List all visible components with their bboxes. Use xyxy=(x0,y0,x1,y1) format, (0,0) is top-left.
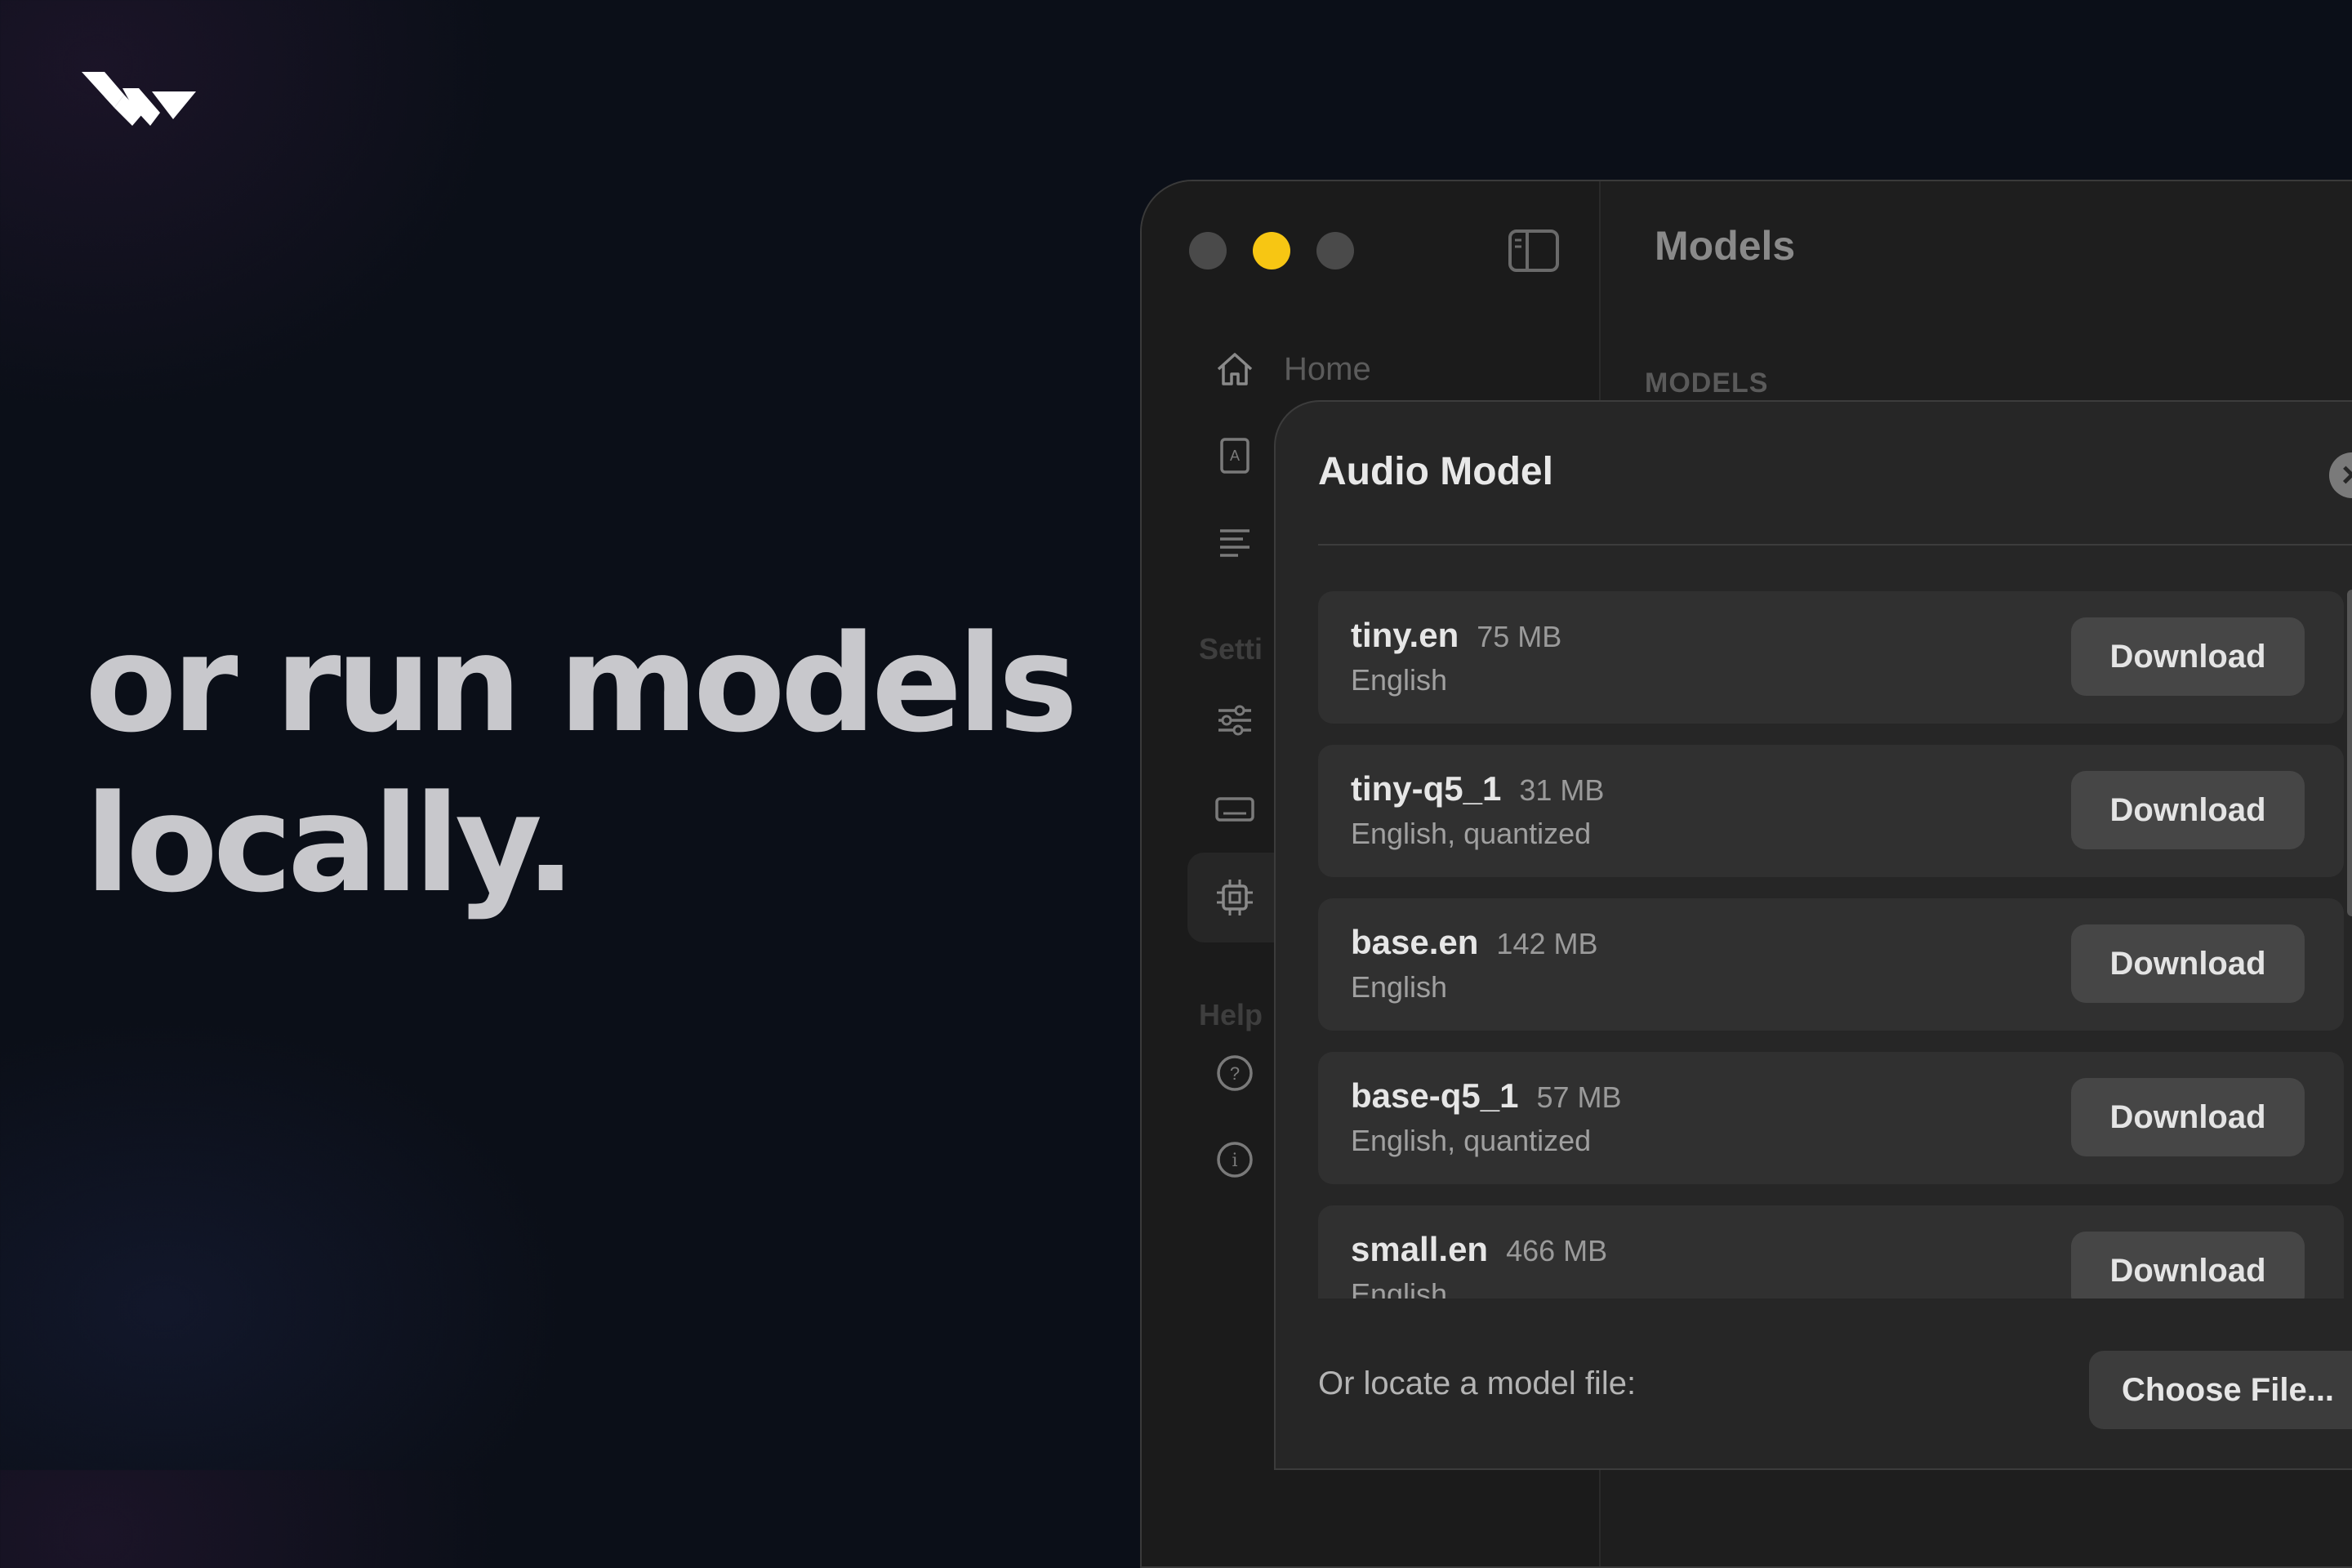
model-size: 75 MB xyxy=(1477,620,1562,653)
headline: or run models locally. xyxy=(85,604,1078,924)
locate-model-label: Or locate a model file: xyxy=(1318,1365,1637,1401)
scrollbar[interactable] xyxy=(2347,590,2352,916)
download-button[interactable]: Download xyxy=(2071,617,2305,696)
model-name: tiny.en 75 MB xyxy=(1351,616,1561,655)
model-size: 142 MB xyxy=(1496,927,1598,960)
sliders-icon xyxy=(1218,705,1251,736)
window-minimize-button[interactable] xyxy=(1253,232,1290,270)
svg-text:A: A xyxy=(1230,448,1240,464)
model-name-text: small.en xyxy=(1351,1230,1489,1268)
dialog-title: Audio Model xyxy=(1318,450,1553,493)
sidebar-item-home[interactable]: Home xyxy=(1214,345,1573,394)
text-lines-icon xyxy=(1220,529,1250,557)
model-name-text: base.en xyxy=(1351,923,1479,961)
brand-logo-icon xyxy=(82,72,196,126)
model-name: tiny-q5_1 31 MB xyxy=(1351,769,1604,808)
section-heading: MODELS xyxy=(1645,368,1769,399)
list-item: small.en 466 MB English Download xyxy=(1318,1205,2344,1298)
chip-icon xyxy=(1217,880,1253,915)
sidebar-section-help: Help xyxy=(1199,998,1263,1031)
model-name-text: base-q5_1 xyxy=(1351,1076,1519,1115)
model-description: English xyxy=(1351,663,1448,697)
page-title: Models xyxy=(1655,223,1796,269)
model-size: 31 MB xyxy=(1519,773,1605,807)
sidebar-section-settings: Setti xyxy=(1199,632,1263,666)
download-button[interactable]: Download xyxy=(2071,771,2305,849)
headline-line-1: or run models xyxy=(85,606,1078,762)
model-name-text: tiny-q5_1 xyxy=(1351,769,1502,808)
home-icon xyxy=(1217,353,1253,385)
svg-text:?: ? xyxy=(1230,1063,1240,1084)
model-name-text: tiny.en xyxy=(1351,616,1459,654)
list-item: base-q5_1 57 MB English, quantized Downlo… xyxy=(1318,1052,2344,1184)
window-zoom-button[interactable] xyxy=(1316,232,1354,270)
sidebar-item-label: Home xyxy=(1284,350,1371,387)
list-item: base.en 142 MB English Download xyxy=(1318,898,2344,1031)
model-name: small.en 466 MB xyxy=(1351,1230,1607,1269)
choose-file-button[interactable]: Choose File... xyxy=(2089,1351,2352,1429)
model-name: base.en 142 MB xyxy=(1351,923,1598,962)
dictionary-icon: A xyxy=(1220,438,1250,474)
list-item: tiny-q5_1 31 MB English, quantized Downlo… xyxy=(1318,745,2344,877)
model-description: English, quantized xyxy=(1351,1124,1592,1157)
window-close-button[interactable] xyxy=(1189,232,1227,270)
divider xyxy=(1318,544,2352,546)
close-icon[interactable]: × xyxy=(2329,452,2352,498)
model-list[interactable]: tiny.en 75 MB English Download tiny-q5_1 3… xyxy=(1318,591,2344,1298)
sidebar-toggle-icon[interactable] xyxy=(1508,229,1560,273)
model-description: English xyxy=(1351,970,1448,1004)
model-description: English, quantized xyxy=(1351,817,1592,850)
model-name: base-q5_1 57 MB xyxy=(1351,1076,1622,1116)
model-description: English xyxy=(1351,1277,1448,1298)
svg-text:i: i xyxy=(1232,1151,1237,1171)
list-item: tiny.en 75 MB English Download xyxy=(1318,591,2344,724)
model-size: 57 MB xyxy=(1536,1080,1622,1114)
download-button[interactable]: Download xyxy=(2071,924,2305,1003)
audio-model-dialog: Audio Model × tiny.en 75 MB English Downl… xyxy=(1274,400,2352,1470)
help-icon: ? xyxy=(1217,1055,1253,1091)
headline-line-2: locally. xyxy=(85,766,576,922)
download-button[interactable]: Download xyxy=(2071,1078,2305,1156)
info-icon: i xyxy=(1217,1142,1253,1178)
download-button[interactable]: Download xyxy=(2071,1232,2305,1298)
model-size: 466 MB xyxy=(1506,1234,1608,1267)
keyboard-icon xyxy=(1215,797,1254,822)
